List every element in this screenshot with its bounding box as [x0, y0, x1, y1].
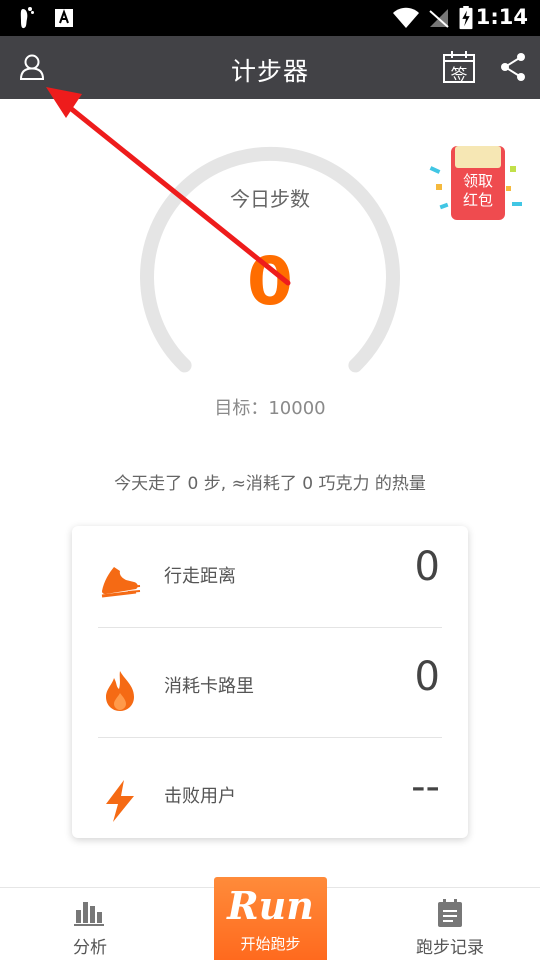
calorie-summary: 今天走了 0 步, ≈消耗了 0 巧克力 的热量	[114, 474, 426, 494]
tab-label: 分析	[73, 938, 107, 958]
stat-value: 0	[414, 654, 440, 700]
red-packet-label: 领取 红包	[451, 172, 505, 210]
red-packet-button[interactable]: 领取 红包	[426, 142, 526, 224]
envelope-flap	[455, 146, 501, 168]
battery-charging-icon	[459, 6, 473, 30]
status-bar: 1:14	[0, 0, 540, 36]
footprint-icon	[20, 7, 34, 29]
step-goal[interactable]: 目标：10000	[170, 394, 370, 420]
run-logo: Run	[227, 883, 314, 928]
start-run-label: 开始跑步	[240, 935, 301, 953]
flame-icon	[106, 671, 134, 711]
divider	[98, 737, 442, 738]
no-signal-icon	[429, 9, 449, 28]
status-time: 1:14	[475, 5, 528, 29]
stat-label: 击败用户	[164, 786, 236, 807]
divider	[98, 627, 442, 628]
stat-value: 0	[414, 544, 440, 590]
share-icon[interactable]	[496, 50, 530, 84]
checkin-button[interactable]: 签	[442, 50, 476, 86]
app-bar: 计步器 签	[0, 36, 540, 99]
red-packet-label-line2: 红包	[462, 191, 493, 209]
wifi-icon	[393, 7, 419, 28]
stat-label: 行走距离	[164, 566, 236, 587]
step-count: 0	[247, 243, 293, 320]
stats-card: 行走距离 0 消耗卡路里 0 击败用户 --	[72, 526, 468, 838]
lightning-icon	[106, 780, 134, 822]
stat-row-rank[interactable]: 击败用户 --	[72, 746, 468, 856]
stat-row-calories[interactable]: 消耗卡路里 0	[72, 636, 468, 746]
start-run-button[interactable]: Run 开始跑步	[214, 877, 327, 960]
notepad-icon	[438, 899, 462, 927]
stat-label: 消耗卡路里	[164, 676, 254, 697]
running-shoe-icon	[101, 567, 141, 598]
stat-value: --	[411, 764, 440, 810]
bar-chart-icon	[74, 902, 104, 926]
tab-run-records[interactable]: 跑步记录	[400, 888, 500, 961]
stat-row-distance[interactable]: 行走距离 0	[72, 526, 468, 636]
red-packet-label-line1: 领取	[462, 172, 493, 190]
checkin-label: 签	[450, 66, 468, 86]
keyboard-a-icon	[55, 9, 73, 27]
tab-label: 跑步记录	[416, 938, 484, 958]
tab-analysis[interactable]: 分析	[40, 888, 140, 961]
today-steps-label: 今日步数	[230, 187, 310, 211]
